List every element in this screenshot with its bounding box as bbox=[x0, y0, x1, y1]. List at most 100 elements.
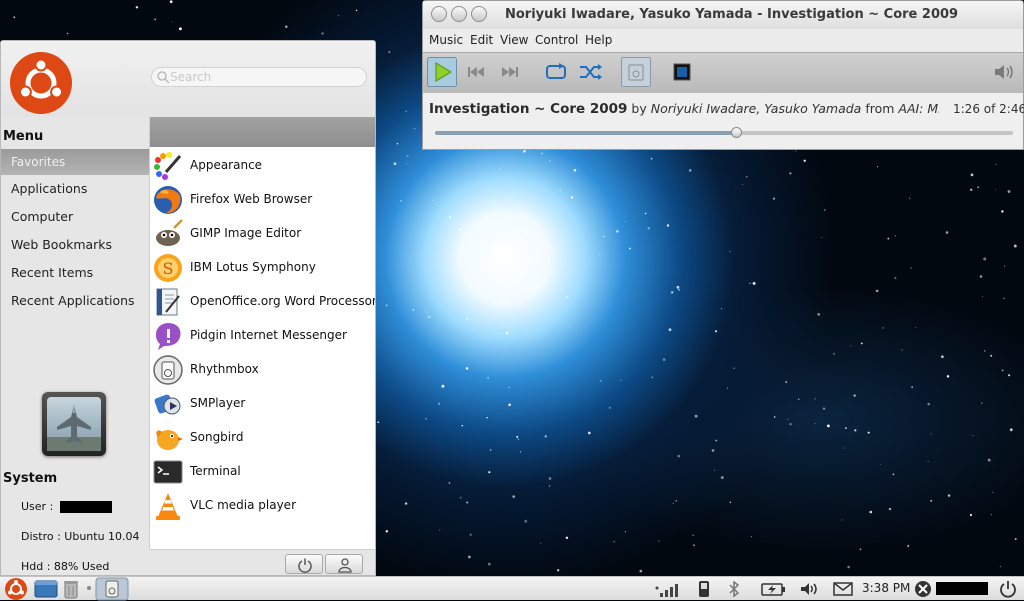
star bbox=[715, 439, 718, 442]
clock[interactable]: 3:38 PM bbox=[862, 581, 910, 595]
menu-control[interactable]: Control bbox=[535, 33, 578, 47]
menu-edit[interactable]: Edit bbox=[470, 33, 493, 47]
app-label: Firefox Web Browser bbox=[190, 192, 313, 206]
star bbox=[785, 381, 788, 384]
app-openoffice-writer[interactable]: OpenOffice.org Word Processor bbox=[150, 285, 375, 319]
star bbox=[570, 196, 574, 199]
repeat-button[interactable] bbox=[541, 57, 571, 87]
start-menu: Menu Favorites Applications Computer Web… bbox=[0, 40, 376, 576]
seek-handle[interactable] bbox=[730, 127, 742, 138]
power-icon bbox=[298, 558, 312, 573]
star bbox=[557, 569, 560, 572]
speaker-icon bbox=[995, 65, 1013, 79]
volume-icon[interactable] bbox=[798, 579, 822, 599]
play-button[interactable] bbox=[427, 57, 457, 87]
previous-track-button[interactable] bbox=[461, 57, 491, 87]
shuffle-button[interactable] bbox=[575, 57, 605, 87]
star bbox=[396, 143, 399, 145]
star bbox=[969, 513, 973, 517]
star bbox=[1001, 369, 1004, 372]
search-input[interactable] bbox=[170, 69, 360, 85]
battery-icon[interactable] bbox=[760, 579, 788, 599]
app-label: Terminal bbox=[190, 464, 241, 478]
system-hdd-line: Hdd : 88% Used bbox=[21, 560, 110, 573]
menu-music[interactable]: Music bbox=[429, 33, 463, 47]
star bbox=[817, 313, 821, 316]
star bbox=[650, 157, 653, 160]
shutdown-button[interactable] bbox=[285, 554, 323, 574]
ubuntu-logo-icon[interactable] bbox=[10, 52, 72, 114]
firefox-icon bbox=[154, 186, 182, 214]
menu-help[interactable]: Help bbox=[585, 33, 612, 47]
star bbox=[425, 417, 427, 420]
category-computer[interactable]: Computer bbox=[11, 209, 73, 224]
app-smplayer[interactable]: SMPlayer bbox=[150, 387, 375, 421]
trash-icon[interactable] bbox=[62, 579, 80, 599]
phone-icon[interactable] bbox=[696, 579, 712, 599]
show-desktop-icon[interactable] bbox=[34, 579, 58, 599]
star bbox=[860, 342, 863, 345]
appearance-icon bbox=[154, 152, 182, 180]
power-menu-icon[interactable] bbox=[998, 579, 1018, 599]
star bbox=[677, 454, 681, 458]
user-status-icon[interactable] bbox=[913, 579, 933, 599]
star bbox=[877, 166, 879, 168]
star bbox=[616, 230, 619, 233]
app-firefox[interactable]: Firefox Web Browser bbox=[150, 183, 375, 217]
star bbox=[847, 565, 850, 569]
star bbox=[947, 494, 951, 497]
star bbox=[749, 282, 751, 285]
menu-view[interactable]: View bbox=[500, 33, 528, 47]
star bbox=[566, 295, 569, 299]
star bbox=[990, 513, 993, 516]
app-pidgin[interactable]: Pidgin Internet Messenger bbox=[150, 319, 375, 353]
library-icon bbox=[621, 57, 651, 87]
search-box[interactable] bbox=[151, 67, 367, 87]
player-titlebar[interactable]: Noriyuki Iwadare, Yasuko Yamada - Invest… bbox=[423, 1, 1023, 29]
star bbox=[449, 216, 452, 219]
rhythmbox-taskbar-icon[interactable] bbox=[95, 577, 129, 601]
app-terminal[interactable]: Terminal bbox=[150, 455, 375, 489]
star bbox=[676, 285, 680, 289]
lock-user-button[interactable] bbox=[325, 554, 363, 574]
album-name: AAI: Miles Edgew... bbox=[898, 101, 939, 116]
minimize-window-button[interactable] bbox=[451, 6, 467, 22]
star bbox=[608, 406, 611, 409]
user-avatar[interactable] bbox=[42, 392, 106, 456]
star bbox=[983, 257, 987, 261]
app-songbird[interactable]: Songbird bbox=[150, 421, 375, 455]
category-favorites[interactable]: Favorites bbox=[1, 149, 149, 175]
star bbox=[746, 176, 748, 178]
shuffle-icon bbox=[580, 64, 602, 80]
volume-button[interactable] bbox=[989, 57, 1019, 87]
app-gimp[interactable]: GIMP Image Editor bbox=[150, 217, 375, 251]
category-recent-applications[interactable]: Recent Applications bbox=[11, 293, 135, 308]
openoffice-writer-icon bbox=[156, 288, 180, 316]
app-rhythmbox[interactable]: Rhythmbox bbox=[150, 353, 375, 387]
star bbox=[911, 386, 913, 388]
gimp-icon bbox=[156, 219, 183, 246]
close-window-button[interactable] bbox=[431, 6, 447, 22]
star bbox=[516, 435, 519, 438]
star bbox=[983, 350, 986, 352]
ubuntu-menu-icon[interactable] bbox=[1, 577, 31, 601]
app-appearance[interactable]: Appearance bbox=[150, 149, 375, 183]
window-title: Noriyuki Iwadare, Yasuko Yamada - Invest… bbox=[505, 7, 959, 22]
category-web-bookmarks[interactable]: Web Bookmarks bbox=[11, 237, 112, 252]
signal-strength-icon[interactable] bbox=[654, 579, 688, 599]
star bbox=[647, 226, 651, 230]
browse-button[interactable] bbox=[621, 57, 651, 87]
seek-bar[interactable] bbox=[435, 127, 1013, 138]
category-recent-items[interactable]: Recent Items bbox=[11, 265, 93, 280]
app-vlc[interactable]: VLC media player bbox=[150, 489, 375, 523]
next-track-button[interactable] bbox=[495, 57, 525, 87]
category-applications[interactable]: Applications bbox=[11, 181, 87, 196]
star bbox=[466, 501, 469, 504]
star bbox=[499, 235, 502, 238]
app-lotus-symphony[interactable]: S IBM Lotus Symphony bbox=[150, 251, 375, 285]
bluetooth-icon[interactable] bbox=[726, 579, 742, 599]
maximize-window-button[interactable] bbox=[471, 6, 487, 22]
star bbox=[692, 534, 694, 536]
visualization-button[interactable] bbox=[667, 57, 697, 87]
mail-icon[interactable] bbox=[832, 579, 854, 599]
